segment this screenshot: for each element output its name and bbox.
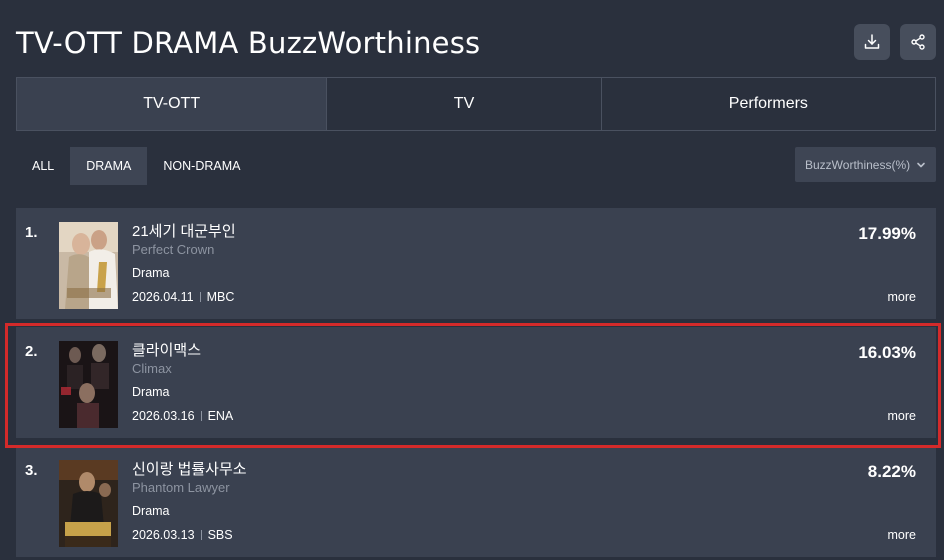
tab-tv[interactable]: TV [327, 78, 602, 130]
page: TV-OTT DRAMA BuzzWorthiness TV-OTT TV Pe… [0, 0, 944, 560]
page-title: TV-OTT DRAMA BuzzWorthiness [16, 26, 481, 60]
share-icon [911, 34, 925, 50]
download-button[interactable] [854, 24, 890, 60]
poster-image[interactable] [59, 222, 118, 309]
item-info: 클라이맥스 Climax Drama 2026.03.16 ENA [132, 341, 233, 424]
list-item[interactable]: 3. 신이랑 법률사무소 Phantom Lawyer Drama 2026.0… [16, 446, 936, 557]
rank-number: 1. [25, 224, 38, 241]
tab-performers[interactable]: Performers [602, 78, 935, 130]
genre-filters: ALL DRAMA NON-DRAMA [16, 147, 257, 185]
buzz-percent: 16.03% [858, 343, 916, 362]
sort-label: BuzzWorthiness(%) [805, 157, 911, 172]
item-info: 신이랑 법률사무소 Phantom Lawyer Drama 2026.03.1… [132, 460, 247, 543]
title-english: Perfect Crown [132, 242, 215, 257]
rank-number: 2. [25, 343, 38, 360]
air-date: 2026.04.11 [132, 290, 194, 304]
buzz-percent: 17.99% [858, 224, 916, 243]
genre-label: Drama [132, 266, 170, 280]
share-button[interactable] [900, 24, 936, 60]
air-date: 2026.03.13 [132, 528, 195, 542]
genre-label: Drama [132, 504, 170, 518]
poster-image[interactable] [59, 460, 118, 547]
air-meta: 2026.03.13 SBS [132, 527, 247, 543]
more-link[interactable]: more [888, 409, 916, 423]
download-icon [864, 34, 880, 49]
divider [200, 411, 202, 421]
rank-number: 3. [25, 462, 38, 479]
air-date: 2026.03.16 [132, 409, 195, 423]
category-tabs: TV-OTT TV Performers [16, 77, 936, 131]
buzz-percent: 8.22% [867, 462, 916, 481]
poster-image[interactable] [59, 341, 118, 428]
chevron-down-icon [917, 162, 925, 167]
title-korean[interactable]: 21세기 대군부인 [132, 222, 236, 241]
divider [199, 292, 201, 302]
tab-tv-ott[interactable]: TV-OTT [17, 78, 328, 130]
title-english: Climax [132, 361, 172, 376]
genre-label: Drama [132, 385, 170, 399]
sort-select[interactable]: BuzzWorthiness(%) [795, 147, 936, 182]
more-link[interactable]: more [888, 290, 916, 304]
filter-all[interactable]: ALL [16, 147, 70, 185]
list-item[interactable]: 2. 클라이맥스 Climax Drama 2026.03.16 ENA 16.… [16, 327, 936, 438]
filter-drama[interactable]: DRAMA [70, 147, 148, 185]
air-meta: 2026.03.16 ENA [132, 408, 233, 424]
title-korean[interactable]: 클라이맥스 [132, 341, 233, 360]
list-item[interactable]: 1. 21세기 대군부인 Perfect Crown Drama 2026.04… [16, 208, 936, 319]
network: MBC [206, 290, 235, 304]
air-meta: 2026.04.11 MBC [132, 289, 236, 305]
more-link[interactable]: more [888, 528, 916, 542]
network: ENA [207, 409, 234, 423]
network: SBS [207, 528, 233, 542]
filter-non-drama[interactable]: NON-DRAMA [147, 147, 256, 185]
ranking-list: 1. 21세기 대군부인 Perfect Crown Drama 2026.04… [16, 208, 936, 560]
item-info: 21세기 대군부인 Perfect Crown Drama 2026.04.11… [132, 222, 236, 305]
title-english: Phantom Lawyer [132, 480, 230, 495]
divider [200, 530, 202, 540]
title-korean[interactable]: 신이랑 법률사무소 [132, 460, 247, 479]
